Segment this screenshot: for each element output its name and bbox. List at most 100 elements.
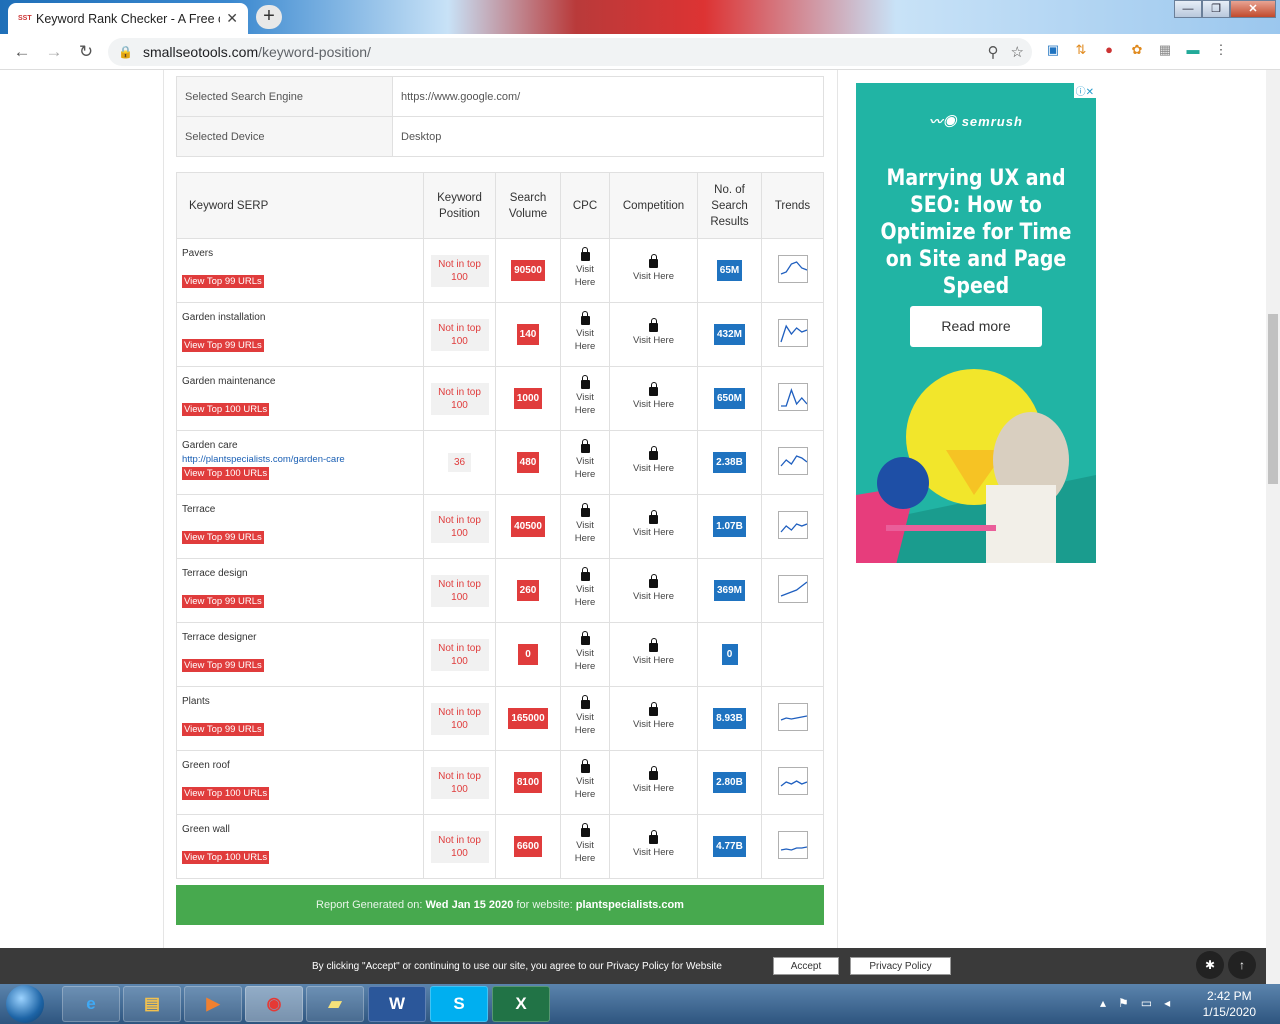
view-top-urls-button[interactable]: View Top 99 URLs xyxy=(182,595,264,608)
position-cell: Not in top 100 xyxy=(423,750,496,815)
forward-arrow-icon[interactable]: → xyxy=(38,42,70,62)
keyword-cell: Plants View Top 99 URLs xyxy=(176,686,424,751)
extension-icon[interactable]: ● xyxy=(1100,41,1118,59)
scroll-top-icon[interactable]: ↑ xyxy=(1228,951,1256,979)
action-center-icon[interactable]: ⚑ xyxy=(1118,996,1129,1010)
page-scrollbar[interactable] xyxy=(1266,70,1280,984)
cpc-cell[interactable]: Visit Here xyxy=(560,558,610,623)
report-banner: Report Generated on: Wed Jan 15 2020 for… xyxy=(176,885,824,925)
back-arrow-icon[interactable]: ← xyxy=(6,42,38,62)
view-top-urls-button[interactable]: View Top 99 URLs xyxy=(182,275,264,288)
media-player-icon[interactable]: ▶ xyxy=(184,986,242,1022)
address-bar[interactable]: 🔒 smallseotools.com/keyword-position/ ⚲ … xyxy=(108,38,1032,66)
sticky-notes-icon[interactable]: ▰ xyxy=(306,986,364,1022)
volume-icon[interactable]: ◂ xyxy=(1164,996,1170,1010)
view-top-urls-button[interactable]: View Top 99 URLs xyxy=(182,723,264,736)
bug-icon[interactable]: ✱ xyxy=(1196,951,1224,979)
cpc-lock-text: Visit Here xyxy=(574,520,596,544)
browser-toolbar: ← → ↻ 🔒 smallseotools.com/keyword-positi… xyxy=(0,34,1280,70)
cpc-lock-text: Visit Here xyxy=(574,264,596,288)
trend-line xyxy=(780,715,807,721)
view-top-urls-button[interactable]: View Top 100 URLs xyxy=(182,467,270,480)
view-top-urls-button[interactable]: View Top 100 URLs xyxy=(182,403,270,416)
secure-lock-icon: 🔒 xyxy=(118,45,133,59)
minimize-button[interactable]: — xyxy=(1174,0,1202,18)
table-row: Green wall View Top 100 URLs Not in top … xyxy=(176,814,824,879)
competition-lock-text: Visit Here xyxy=(632,462,674,474)
tab-close-icon[interactable]: ✕ xyxy=(226,10,238,27)
competition-cell[interactable]: Visit Here xyxy=(609,622,698,687)
competition-cell[interactable]: Visit Here xyxy=(609,686,698,751)
maximize-button[interactable]: ❐ xyxy=(1202,0,1230,18)
ad-choices-icon[interactable]: ⓘ✕ xyxy=(1073,83,1096,98)
view-top-urls-button[interactable]: View Top 99 URLs xyxy=(182,659,264,672)
trends-cell xyxy=(761,494,824,559)
advertisement[interactable]: ⓘ✕ 〰◉ semrush Marrying UX and SEO: How t… xyxy=(856,83,1096,563)
skype-icon[interactable]: S xyxy=(430,986,488,1022)
reload-icon[interactable]: ↻ xyxy=(70,42,102,62)
competition-cell[interactable]: Visit Here xyxy=(609,430,698,495)
competition-cell[interactable]: Visit Here xyxy=(609,494,698,559)
keyword-cell: Green wall View Top 100 URLs xyxy=(176,814,424,879)
ranking-url-link[interactable]: http://plantspecialists.com/garden-care xyxy=(182,454,418,467)
competition-cell[interactable]: Visit Here xyxy=(609,302,698,367)
volume-badge: 165000 xyxy=(508,708,548,729)
cpc-lock-text: Visit Here xyxy=(574,328,596,352)
extension-icon[interactable]: ⇅ xyxy=(1072,41,1090,59)
view-top-urls-button[interactable]: View Top 99 URLs xyxy=(182,531,264,544)
ie-icon[interactable]: e xyxy=(62,986,120,1022)
volume-badge: 140 xyxy=(516,324,540,345)
privacy-policy-button[interactable]: Privacy Policy xyxy=(850,957,951,975)
extension-icon[interactable]: ▦ xyxy=(1156,41,1174,59)
bookmark-star-icon[interactable]: ☆ xyxy=(1011,43,1024,61)
competition-cell[interactable]: Visit Here xyxy=(609,238,698,303)
results-badge: 369M xyxy=(713,580,745,601)
volume-badge: 0 xyxy=(518,644,538,665)
scrollbar-thumb[interactable] xyxy=(1268,314,1278,484)
cpc-cell[interactable]: Visit Here xyxy=(560,622,610,687)
cpc-cell[interactable]: Visit Here xyxy=(560,814,610,879)
cpc-cell[interactable]: Visit Here xyxy=(560,494,610,559)
word-icon[interactable]: W xyxy=(368,986,426,1022)
excel-icon[interactable]: X xyxy=(492,986,550,1022)
accept-button[interactable]: Accept xyxy=(773,957,839,975)
keyword-name: Terrace designer xyxy=(182,632,257,643)
zoom-icon[interactable]: ⚲ xyxy=(988,43,999,61)
extension-icon[interactable]: ▬ xyxy=(1184,41,1202,59)
ad-brand: 〰◉ semrush xyxy=(929,114,1023,129)
competition-cell[interactable]: Visit Here xyxy=(609,558,698,623)
start-button[interactable] xyxy=(6,985,44,1023)
cpc-cell[interactable]: Visit Here xyxy=(560,686,610,751)
view-top-urls-button[interactable]: View Top 100 URLs xyxy=(182,787,270,800)
extension-icon[interactable]: ✿ xyxy=(1128,41,1146,59)
menu-icon[interactable]: ⋮ xyxy=(1212,41,1230,59)
close-window-button[interactable]: ✕ xyxy=(1230,0,1276,18)
keyword-name: Green roof xyxy=(182,760,230,771)
new-tab-button[interactable]: + xyxy=(256,5,282,29)
setting-value: https://www.google.com/ xyxy=(392,76,824,117)
browser-tab[interactable]: SST Keyword Rank Checker - A Free c ✕ xyxy=(8,3,248,34)
network-icon[interactable]: ▭ xyxy=(1141,996,1152,1010)
cpc-cell[interactable]: Visit Here xyxy=(560,302,610,367)
cpc-cell[interactable]: Visit Here xyxy=(560,366,610,431)
competition-lock-text: Visit Here xyxy=(632,398,674,410)
cpc-lock-text: Visit Here xyxy=(574,392,596,416)
cpc-cell[interactable]: Visit Here xyxy=(560,750,610,815)
competition-cell[interactable]: Visit Here xyxy=(609,366,698,431)
table-row: Plants View Top 99 URLs Not in top 100 1… xyxy=(176,686,824,751)
competition-cell[interactable]: Visit Here xyxy=(609,814,698,879)
show-hidden-icons[interactable]: ▴ xyxy=(1100,996,1106,1010)
extension-icon[interactable]: ▣ xyxy=(1044,41,1062,59)
chrome-icon[interactable]: ◉ xyxy=(245,986,303,1022)
explorer-icon[interactable]: ▤ xyxy=(123,986,181,1022)
clock[interactable]: 2:42 PM 1/15/2020 xyxy=(1203,988,1256,1020)
volume-cell: 480 xyxy=(495,430,561,495)
cpc-cell[interactable]: Visit Here xyxy=(560,238,610,303)
read-more-button[interactable]: Read more xyxy=(910,306,1042,347)
view-top-urls-button[interactable]: View Top 100 URLs xyxy=(182,851,270,864)
view-top-urls-button[interactable]: View Top 99 URLs xyxy=(182,339,264,352)
url-host: smallseotools.com xyxy=(142,44,259,60)
trends-cell xyxy=(761,622,824,687)
cpc-cell[interactable]: Visit Here xyxy=(560,430,610,495)
competition-cell[interactable]: Visit Here xyxy=(609,750,698,815)
